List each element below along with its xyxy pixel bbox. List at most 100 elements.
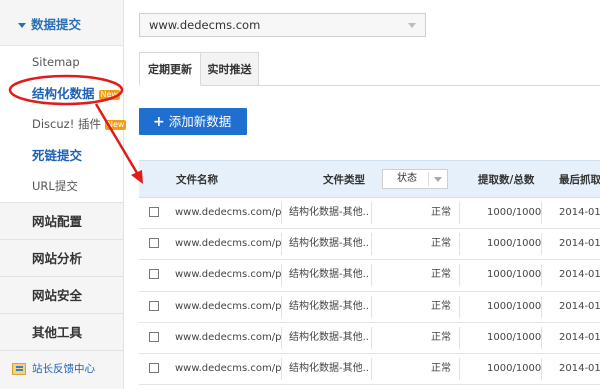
cell-fetch-count: 1000/1000 [487, 331, 542, 343]
chevron-down-icon [434, 177, 442, 182]
column-divider [371, 326, 372, 349]
column-divider [541, 233, 542, 256]
status-filter-label: 状态 [397, 173, 417, 184]
cell-fetch-count: 1000/1000 [487, 300, 542, 312]
cell-status: 正常 [431, 238, 451, 250]
table-row: www.dedecms.com/p... 结构化数据-其他... 正常 1000… [139, 260, 600, 292]
sidebar-item-url-submit[interactable]: URL提交 [0, 171, 123, 202]
cell-file-name[interactable]: www.dedecms.com/p... [175, 292, 281, 322]
cell-last-fetch: 2014-01-0 [559, 207, 600, 218]
sidebar-group-label: 网站分析 [32, 251, 83, 266]
cell-file-type: 结构化数据-其他... [289, 331, 369, 343]
tab-realtime-push[interactable]: 实时推送 [201, 52, 259, 86]
sidebar-group-site-config[interactable]: 网站配置 [0, 203, 123, 240]
feedback-label: 站长反馈中心 [32, 363, 95, 375]
row-checkbox[interactable] [149, 269, 159, 280]
column-divider [281, 264, 282, 287]
cell-last-fetch: 2014-01-0 [559, 300, 600, 312]
table-row: www.dedecms.com/p... 结构化数据-其他... 正常 1000… [139, 323, 600, 354]
cell-fetch-count: 1000/1000 [487, 207, 542, 218]
site-selector[interactable]: www.dedecms.com [139, 13, 426, 37]
table-row: www.dedecms.com/p... 结构化数据-其他... 正常 1000… [139, 229, 600, 261]
cell-status: 正常 [431, 331, 451, 343]
sidebar-group-site-analysis[interactable]: 网站分析 [0, 240, 123, 277]
header-file-type: 文件类型 [323, 174, 365, 186]
column-divider [281, 295, 282, 318]
new-badge: New [104, 119, 127, 130]
column-divider [541, 264, 542, 287]
sidebar-item-sitemap[interactable]: Sitemap [0, 47, 123, 78]
sidebar-item-label: 结构化数据 [32, 86, 95, 101]
plus-icon: + [153, 114, 165, 130]
header-last-fetch: 最后抓取 [559, 174, 600, 186]
column-divider [371, 233, 372, 256]
cell-status: 正常 [431, 269, 451, 281]
table-row: www.dedecms.com/p... 结构化数据-其他... 正常 1000… [139, 354, 600, 386]
sidebar-item-discuz-plugin[interactable]: Discuz! 插件 New [0, 109, 127, 140]
cell-file-name[interactable]: www.dedecms.com/p... [175, 260, 281, 290]
cell-status: 正常 [431, 362, 451, 374]
status-filter-dropdown[interactable]: 状态 [382, 169, 448, 189]
column-divider [371, 202, 372, 224]
cell-file-name[interactable]: www.dedecms.com/p... [175, 354, 281, 384]
column-divider [541, 202, 542, 224]
sidebar-item-label: Discuz! 插件 [32, 117, 101, 131]
add-button-label: 添加新数据 [168, 114, 232, 129]
feedback-icon [12, 363, 26, 375]
cell-last-fetch: 2014-01-0 [559, 362, 600, 374]
tab-scheduled-update[interactable]: 定期更新 [139, 52, 201, 86]
sidebar: 数据提交 Sitemap 结构化数据 New Discuz! 插件 New 死链提交… [0, 0, 127, 389]
cell-file-type: 结构化数据-其他... [289, 300, 369, 312]
column-divider [459, 326, 460, 349]
column-divider [541, 326, 542, 349]
sidebar-item-label: URL提交 [32, 179, 78, 193]
sidebar-section-data-submit[interactable]: 数据提交 [0, 0, 123, 46]
column-divider [459, 264, 460, 287]
row-checkbox[interactable] [149, 331, 159, 342]
feedback-center-link[interactable]: 站长反馈中心 [0, 351, 123, 387]
column-divider [281, 233, 282, 256]
sidebar-item-label: 死链提交 [32, 148, 83, 163]
row-checkbox[interactable] [149, 238, 159, 249]
sidebar-item-dead-link[interactable]: 死链提交 [0, 140, 123, 171]
table-row: www.dedecms.com/p... 结构化数据-其他... 正常 1000… [139, 292, 600, 323]
row-checkbox[interactable] [149, 300, 159, 311]
cell-file-type: 结构化数据-其他... [289, 362, 369, 374]
column-divider [371, 295, 372, 318]
cell-file-type: 结构化数据-其他... [289, 238, 369, 250]
data-table: 文件名称 文件类型 状态 提取数/总数 最后抓取 www.dedecms.com… [139, 160, 600, 386]
table-header: 文件名称 文件类型 状态 提取数/总数 最后抓取 [139, 160, 600, 198]
column-divider [459, 295, 460, 318]
header-fetch-count: 提取数/总数 [478, 174, 535, 186]
cell-file-name[interactable]: www.dedecms.com/p... [175, 323, 281, 353]
column-divider [281, 326, 282, 349]
sidebar-sub-list: Sitemap 结构化数据 New Discuz! 插件 New 死链提交 URL提… [0, 46, 127, 203]
sidebar-item-label: Sitemap [32, 55, 80, 69]
cell-last-fetch: 2014-01-0 [559, 269, 600, 281]
row-checkbox[interactable] [149, 362, 159, 373]
tab-bar: 定期更新 实时推送 [139, 52, 600, 86]
column-divider [541, 357, 542, 380]
sidebar-group-other-tools[interactable]: 其他工具 [0, 314, 123, 351]
cell-file-name[interactable]: www.dedecms.com/p... [175, 229, 281, 259]
add-new-data-button[interactable]: + 添加新数据 [139, 108, 247, 135]
sidebar-group-label: 网站配置 [32, 214, 83, 229]
row-checkbox[interactable] [149, 207, 159, 217]
column-divider [541, 295, 542, 318]
column-divider [371, 357, 372, 380]
table-row: www.dedecms.com/p... 结构化数据-其他... 正常 1000… [139, 198, 600, 230]
cell-status: 正常 [431, 300, 451, 312]
cell-file-type: 结构化数据-其他... [289, 207, 369, 218]
cell-fetch-count: 1000/1000 [487, 269, 542, 281]
cell-file-name[interactable]: www.dedecms.com/p... [175, 198, 281, 228]
sidebar-group-site-security[interactable]: 网站安全 [0, 277, 123, 314]
sidebar-item-structured-data[interactable]: 结构化数据 New [0, 78, 123, 109]
dropdown-divider [428, 172, 429, 186]
new-badge: New [98, 89, 120, 100]
sidebar-group-label: 网站安全 [32, 288, 83, 303]
column-divider [459, 202, 460, 224]
column-divider [459, 233, 460, 256]
column-divider [371, 264, 372, 287]
chevron-down-icon [408, 23, 416, 28]
header-file-name: 文件名称 [176, 174, 218, 186]
